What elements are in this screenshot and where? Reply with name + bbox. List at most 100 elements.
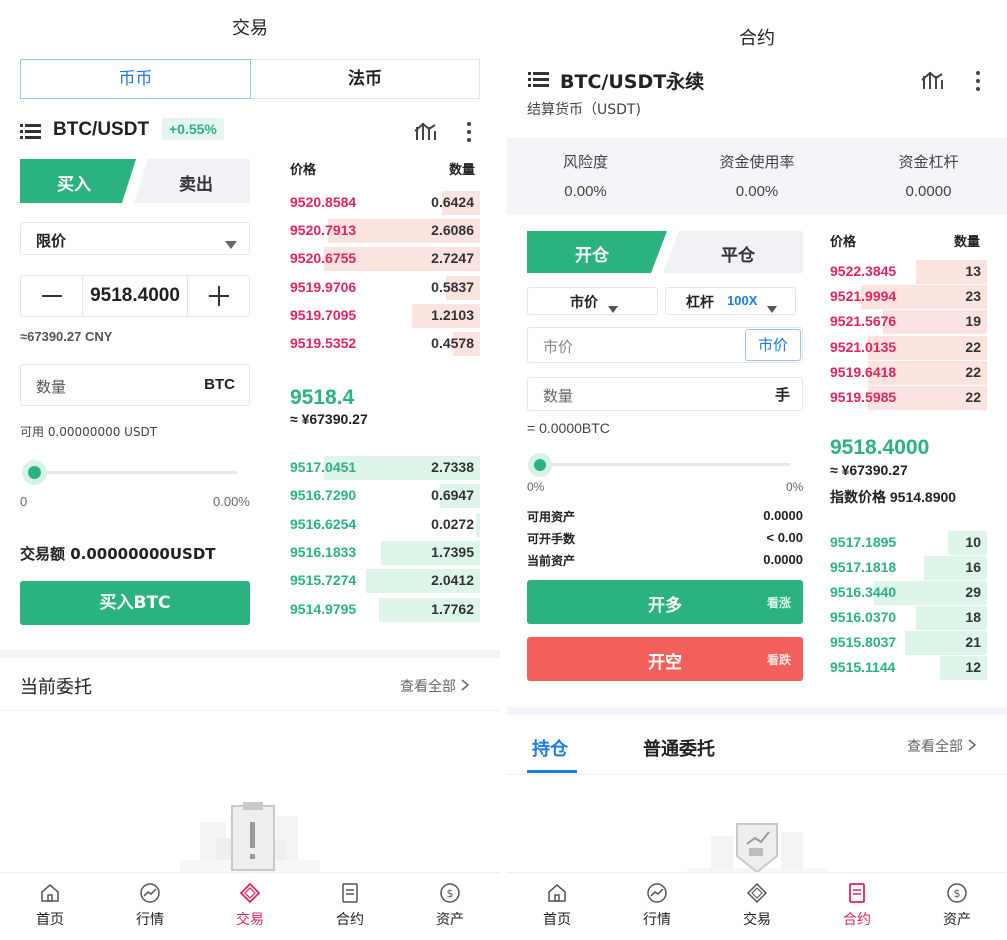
open-position-tab[interactable]: 开仓 [527,231,667,273]
bid-row[interactable]: 9515.1144 12 [830,654,987,682]
bid-price: 9516.6254 [290,515,357,532]
pair-name[interactable]: BTC/USDT永续 [560,67,704,94]
ask-row[interactable]: 9519.6418 22 [830,359,987,387]
bid-row[interactable]: 9517.1818 16 [830,554,987,582]
ask-row[interactable]: 9521.9994 23 [830,283,987,311]
open-short-sublabel: 看跌 [766,653,791,667]
buy-btc-button[interactable]: 买入BTC [20,581,250,625]
tab-home[interactable]: 首页 [0,881,100,929]
open-short-button[interactable]: 开空 看跌 [527,637,803,681]
bid-row[interactable]: 9515.8037 21 [830,629,987,657]
tab-normal-orders[interactable]: 普通委托 [643,735,715,761]
order-type-select[interactable]: 限价 [20,222,250,255]
bid-price: 9516.1833 [290,543,357,560]
assets-icon: $ [945,881,969,905]
bid-price: 9517.1818 [830,559,897,575]
close-position-tab[interactable]: 平仓 [663,231,803,273]
ask-row[interactable]: 9519.7095 1.2103 [290,302,480,330]
ask-row[interactable]: 9519.5352 0.4578 [290,330,480,358]
ask-quantity: 22 [965,338,981,355]
ask-price: 9522.3845 [830,263,897,279]
market-price-button[interactable]: 市价 [745,329,801,361]
bid-row[interactable]: 9516.0370 18 [830,604,987,632]
slider-track [540,463,790,466]
bid-quantity: 1.7395 [431,543,474,560]
bid-row[interactable]: 9517.1895 10 [830,529,987,557]
quantity-input[interactable]: 数量 手 [527,377,803,411]
book-price-header: 价格 [830,235,857,250]
kline-chart-icon[interactable] [414,121,436,141]
open-long-button[interactable]: 开多 看涨 [527,580,803,624]
tab-assets[interactable]: $ 资产 [907,881,1007,929]
more-icon[interactable] [466,121,472,143]
quantity-placeholder: 数量 [36,378,67,396]
bid-row[interactable]: 9516.3440 29 [830,579,987,607]
order-type-select[interactable]: 市价 [527,287,658,315]
leverage-select[interactable]: 杠杆 100X [665,287,796,315]
page-title: 合约 [739,28,775,49]
ask-price: 9519.6418 [830,363,897,380]
bid-row[interactable]: 9516.1833 1.7395 [290,539,480,567]
minus-button[interactable] [21,276,83,316]
view-all-link[interactable]: 查看全部 [907,736,977,756]
bid-row[interactable]: 9517.0451 2.7338 [290,454,480,482]
stat-leverage-label: 资金杠杆 [898,153,959,171]
tab-contract[interactable]: 合约 [807,881,907,929]
buy-tab[interactable]: 买入 [20,159,136,203]
home-icon [545,881,569,905]
pair-name[interactable]: BTC/USDT [53,119,149,141]
segment-coin[interactable]: 币币 [20,59,251,99]
more-icon[interactable] [975,70,981,92]
orders-divider [0,710,500,711]
ask-quantity: 2.6086 [431,222,474,239]
sell-tab[interactable]: 卖出 [134,159,250,203]
openable-lots-value: < 0.00 [766,530,803,545]
ask-price: 9521.0135 [830,338,897,355]
screen-divider [500,0,507,940]
tab-trade[interactable]: 交易 [200,881,300,929]
slider-handle[interactable] [528,453,552,477]
kline-chart-icon[interactable] [921,70,943,90]
book-qty-header: 数量 [954,235,981,250]
book-price-header: 价格 [290,163,317,178]
bid-row[interactable]: 9514.9795 1.7762 [290,596,480,624]
risk-stats-panel: 风险度 0.00% 资金使用率 0.00% 资金杠杆 0.0000 [507,138,1007,215]
tab-market[interactable]: 行情 [100,881,200,929]
ask-row[interactable]: 9521.0135 22 [830,334,987,362]
ask-row[interactable]: 9520.7913 2.6086 [290,217,480,245]
tab-market[interactable]: 行情 [607,881,707,929]
bid-row[interactable]: 9515.7274 2.0412 [290,567,480,595]
tab-contract[interactable]: 合约 [300,881,400,929]
market-icon [645,881,669,905]
trade-icon [238,881,262,905]
tab-trade[interactable]: 交易 [707,881,807,929]
segment-fiat[interactable]: 法币 [251,59,480,99]
quantity-input[interactable]: 数量 BTC [20,364,250,406]
bid-price: 9516.0370 [830,609,897,625]
ask-row[interactable]: 9521.5676 19 [830,308,987,336]
ask-quantity: 0.6424 [431,194,474,210]
bid-row[interactable]: 9516.6254 0.0272 [290,511,480,539]
bid-row[interactable]: 9516.7290 0.6947 [290,482,480,510]
ask-row[interactable]: 9520.8584 0.6424 [290,189,480,217]
slider-handle[interactable] [22,460,47,485]
tab-home[interactable]: 首页 [507,881,607,929]
tab-home-label: 首页 [543,912,571,928]
ask-row[interactable]: 9519.9706 0.5837 [290,274,480,302]
ask-row[interactable]: 9520.6755 2.7247 [290,245,480,273]
open-short-label: 开空 [648,653,682,673]
ask-row[interactable]: 9519.5985 22 [830,384,987,412]
svg-text:$: $ [447,887,454,900]
bid-quantity: 18 [965,609,981,625]
view-all-link[interactable]: 查看全部 [400,676,470,696]
plus-button[interactable] [187,276,249,316]
current-assets-label: 当前资产 [527,554,576,568]
chevron-right-icon [967,739,977,751]
ask-quantity: 22 [965,389,981,405]
menu-icon[interactable] [20,122,42,140]
menu-icon[interactable] [528,70,550,88]
tab-assets[interactable]: $ 资产 [400,881,500,929]
ask-row[interactable]: 9522.3845 13 [830,258,987,286]
price-input[interactable]: 9518.4000 [83,276,187,316]
tab-positions[interactable]: 持仓 [532,735,568,761]
